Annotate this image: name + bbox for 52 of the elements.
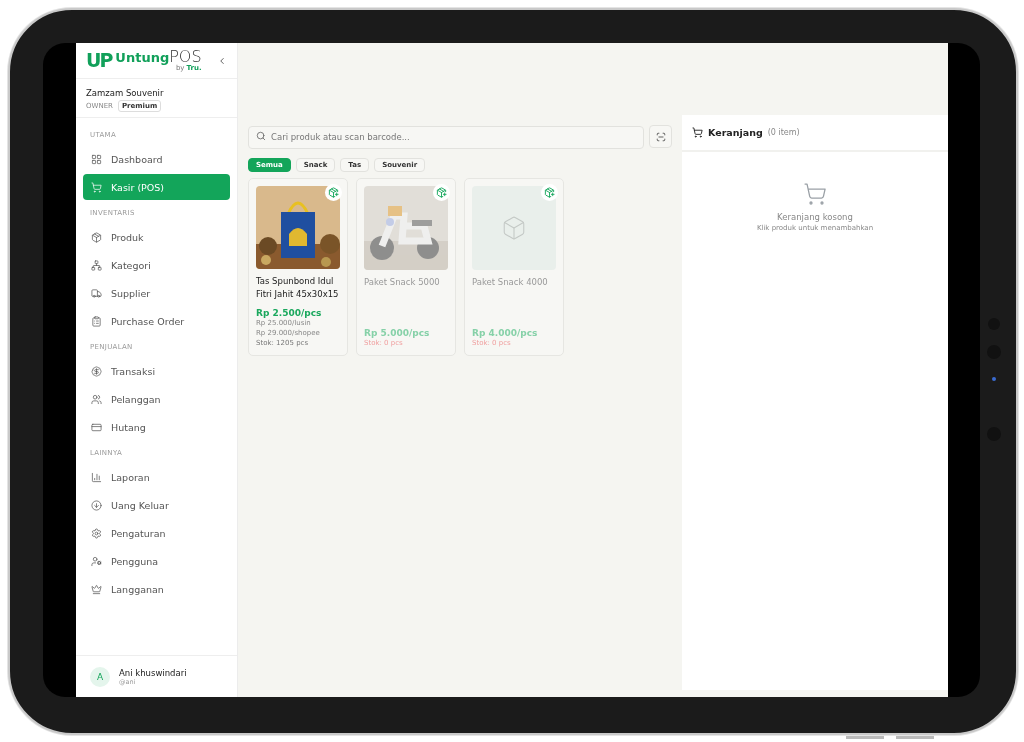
collapse-button[interactable] — [217, 55, 227, 66]
search-field[interactable]: Cari produk atau scan barcode... — [248, 125, 644, 149]
nav-item[interactable]: Langganan — [83, 576, 230, 602]
nav-item[interactable]: Laporan — [83, 464, 230, 490]
nav-item[interactable]: Produk — [83, 224, 230, 250]
nav-item[interactable]: Pengaturan — [83, 520, 230, 546]
nav-item[interactable]: Pengguna — [83, 548, 230, 574]
package-icon — [91, 231, 102, 243]
users-icon — [91, 393, 102, 405]
product-name: Paket Snack 4000 — [472, 276, 549, 289]
product-name: Tas Spunbond Idul Fitri Jahit 45x30x15 — [256, 274, 340, 301]
nav-item[interactable]: Uang Keluar — [83, 492, 230, 518]
user-gear-icon — [91, 555, 102, 567]
cart-icon — [692, 127, 703, 138]
nav-item[interactable]: Transaksi — [83, 358, 230, 384]
empty-title: Keranjang kosong — [777, 212, 853, 222]
bar-chart-icon — [91, 471, 102, 483]
nav-item[interactable]: Supplier — [83, 280, 230, 306]
scan-button[interactable] — [649, 125, 672, 148]
nav-item[interactable]: Purchase Order — [83, 308, 230, 334]
box-icon — [501, 215, 527, 241]
add-package-icon[interactable] — [325, 184, 342, 201]
logo-mark: UP — [86, 51, 112, 70]
truck-icon — [91, 287, 102, 299]
cart-icon — [803, 182, 827, 206]
user-name: Ani khuswindari — [119, 667, 187, 678]
dashboard-icon — [91, 153, 102, 165]
cart-title: Keranjang — [708, 127, 763, 138]
nav-item[interactable]: Hutang — [83, 414, 230, 440]
dollar-icon — [91, 365, 102, 377]
product-price: Rp 5.000/pcs — [364, 328, 431, 338]
brand-name: Untung — [115, 51, 170, 64]
brand-suffix: POS — [169, 49, 202, 65]
cart-icon — [91, 181, 102, 193]
hierarchy-icon — [91, 259, 102, 271]
crown-icon — [91, 583, 102, 595]
product-price: Rp 4.000/pcs — [472, 328, 539, 338]
nav-item[interactable]: Dashboard — [83, 146, 230, 172]
nav-item[interactable]: Pelanggan — [83, 386, 230, 412]
scan-icon — [655, 131, 666, 142]
settings-icon — [91, 527, 102, 539]
add-package-icon[interactable] — [541, 184, 558, 201]
add-package-icon[interactable] — [433, 184, 450, 201]
user-avatar: A — [90, 666, 110, 687]
product-price: Rp 2.500/pcs — [256, 308, 323, 318]
download-icon — [91, 499, 102, 511]
store-name: Zamzam Souvenir — [86, 88, 165, 98]
card-icon — [91, 421, 102, 433]
cart-count: (0 item) — [767, 128, 800, 137]
product-name: Paket Snack 5000 — [364, 276, 441, 289]
clipboard-icon — [91, 315, 102, 327]
nav-item[interactable]: Kategori — [83, 252, 230, 278]
